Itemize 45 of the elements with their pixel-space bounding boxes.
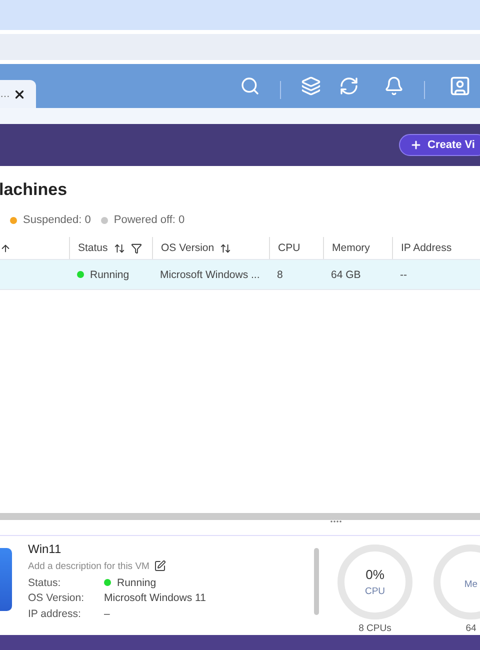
table-cell-text: 64 GB [330,268,362,280]
field-value: Running [117,576,156,589]
gauge-value: 0% [366,567,384,582]
gauge-caption: 64 [466,623,476,634]
field-value: Microsoft Windows 11 [104,592,206,604]
drag-handle-icon[interactable] [330,520,342,523]
field-label: Status: [28,576,62,589]
column-header[interactable]: Status [78,242,108,254]
table-cell-text: 8 [276,268,284,280]
table-cell-text: -- [399,268,408,280]
column-header[interactable]: Memory [332,242,370,254]
sort-icon[interactable] [220,242,232,254]
field-value: – [104,608,110,620]
column-header[interactable]: OS Version [161,242,214,254]
filter-icon[interactable] [130,242,142,254]
description-placeholder[interactable]: Add a description for this VM [28,560,150,572]
browser-tab[interactable]: … [0,80,36,108]
plus-icon [410,139,422,151]
gauge-label: Me [464,578,478,590]
vm-thumbnail [0,548,12,611]
vm-name: Win11 [28,542,62,556]
field-label: OS Version: [28,592,86,604]
table-row[interactable]: Running Microsoft Windows ... 8 64 GB -- [0,260,480,290]
table-cell-text: Microsoft Windows ... [159,268,261,280]
bell-icon[interactable] [384,76,404,96]
tab-title: … [0,88,10,100]
legend-label: Suspended: 0 [23,214,91,226]
create-button[interactable]: Create Vi [398,134,480,156]
legend-label: Powered off: 0 [114,214,185,226]
status-text: Running [90,268,130,280]
gauge-label: CPU [364,586,386,597]
gauge-caption: 8 CPUs [358,623,392,634]
stack-icon[interactable] [301,76,321,96]
search-icon[interactable] [240,76,260,96]
column-header[interactable]: IP Address [401,242,452,254]
column-header[interactable]: CPU [278,242,300,254]
user-icon[interactable] [449,75,471,97]
sync-icon[interactable] [339,76,359,96]
sort-icon[interactable] [0,242,11,254]
field-label: IP address: [28,608,82,620]
scrollbar[interactable] [314,548,319,615]
edit-icon[interactable] [154,560,166,572]
sort-icon[interactable] [114,242,125,254]
close-icon[interactable] [13,88,26,100]
page-title: lachines [0,179,68,200]
